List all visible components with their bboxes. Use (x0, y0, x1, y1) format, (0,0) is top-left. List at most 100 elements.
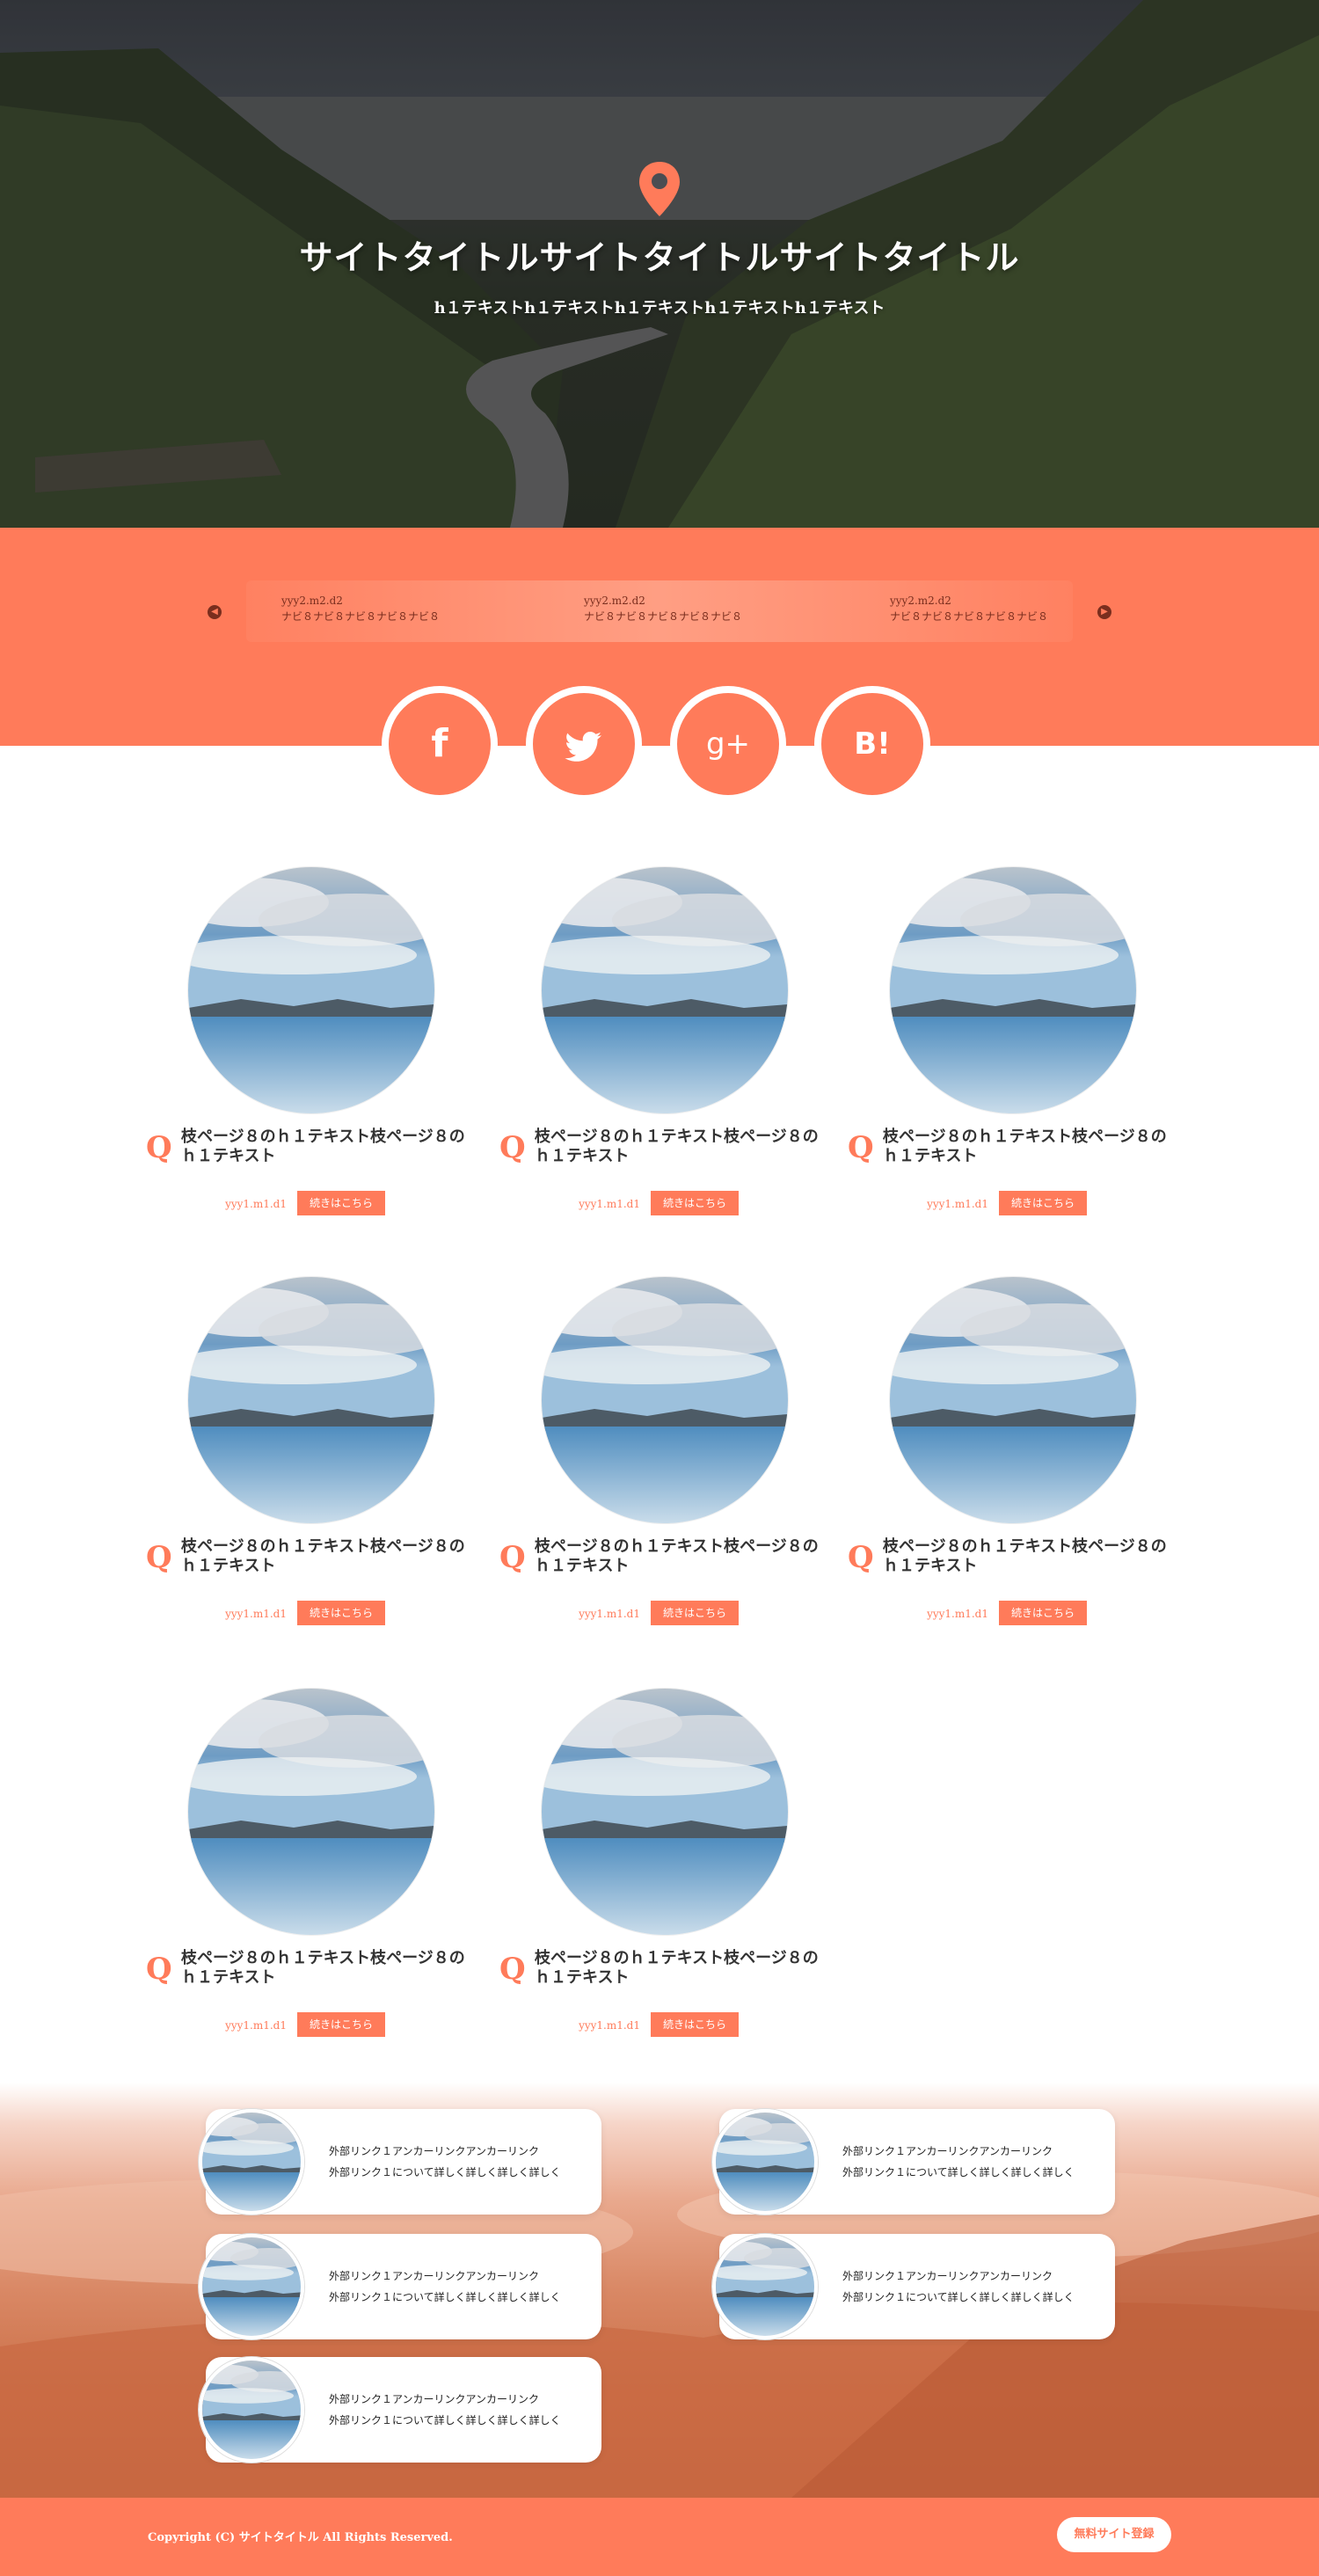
q-icon: Q (499, 1130, 526, 1165)
link-text: 外部リンク１アンカーリンクアンカーリンク 外部リンク１について詳しく詳しく詳しく… (329, 2141, 593, 2183)
news-prev-arrow-icon[interactable]: ◀ (208, 605, 222, 619)
news-text: ナビ８ナビ８ナビ８ナビ８ナビ８ (281, 610, 441, 623)
post-card[interactable]: Q 枝ページ８のｈ１テキスト枝ページ８のｈ１テキスト yyy1.m1.d1 続き… (146, 1689, 498, 2058)
read-more-button[interactable]: 続きはこちら (651, 1601, 739, 1625)
footer: Copyright (C) サイトタイトル All Rights Reserve… (0, 2498, 1319, 2576)
hero-section: サイトタイトルサイトタイトルサイトタイトル h１テキストh１テキストh１テキスト… (0, 0, 1319, 528)
external-links-section (0, 2083, 1319, 2498)
news-date: yyy2.m2.d2 (584, 595, 645, 607)
link-text: 外部リンク１アンカーリンクアンカーリンク 外部リンク１について詳しく詳しく詳しく… (842, 2141, 1106, 2183)
link-title: 外部リンク１アンカーリンクアンカーリンク (329, 2145, 540, 2157)
news-text: ナビ８ナビ８ナビ８ナビ８ナビ８ (890, 610, 1049, 623)
read-more-button[interactable]: 続きはこちら (999, 1191, 1087, 1215)
external-link-card[interactable]: 外部リンク１アンカーリンクアンカーリンク 外部リンク１について詳しく詳しく詳しく… (199, 2357, 601, 2463)
post-card[interactable]: Q 枝ページ８のｈ１テキスト枝ページ８のｈ１テキスト yyy1.m1.d1 続き… (146, 867, 498, 1237)
hatena-bookmark-icon: B! (854, 726, 891, 762)
read-more-button[interactable]: 続きはこちら (999, 1601, 1087, 1625)
news-date: yyy2.m2.d2 (281, 595, 343, 607)
post-date: yyy1.m1.d1 (927, 1608, 988, 1620)
site-title: サイトタイトルサイトタイトルサイトタイトル (299, 237, 1020, 277)
post-thumbnail[interactable] (188, 867, 434, 1113)
link-description: 外部リンク１について詳しく詳しく詳しく詳しく (842, 2291, 1075, 2303)
link-title: 外部リンク１アンカーリンクアンカーリンク (329, 2393, 540, 2405)
read-more-button[interactable]: 続きはこちら (651, 1191, 739, 1215)
post-date: yyy1.m1.d1 (225, 2019, 287, 2032)
facebook-button[interactable]: f (382, 686, 498, 802)
post-date: yyy1.m1.d1 (225, 1608, 287, 1620)
q-icon: Q (499, 1952, 526, 1987)
post-date: yyy1.m1.d1 (579, 1608, 640, 1620)
q-icon: Q (146, 1130, 172, 1165)
post-title[interactable]: 枝ページ８のｈ１テキスト枝ページ８のｈ１テキスト (535, 1127, 825, 1166)
site-subtitle: h１テキストh１テキストh１テキストh１テキストh１テキスト (434, 299, 885, 317)
q-icon: Q (848, 1130, 874, 1165)
google-plus-icon: g+ (705, 726, 751, 762)
post-thumbnail[interactable] (890, 1277, 1136, 1523)
post-date: yyy1.m1.d1 (579, 2019, 640, 2032)
copyright-text: Copyright (C) サイトタイトル All Rights Reserve… (148, 2531, 453, 2544)
sunset-mountain-background (0, 2171, 1319, 2498)
news-date: yyy2.m2.d2 (890, 595, 951, 607)
link-text: 外部リンク１アンカーリンクアンカーリンク 外部リンク１について詳しく詳しく詳しく… (842, 2266, 1106, 2308)
link-description: 外部リンク１について詳しく詳しく詳しく詳しく (329, 2414, 561, 2426)
post-card[interactable]: Q 枝ページ８のｈ１テキスト枝ページ８のｈ１テキスト yyy1.m1.d1 続き… (146, 1277, 498, 1646)
post-title[interactable]: 枝ページ８のｈ１テキスト枝ページ８のｈ１テキスト (883, 1127, 1173, 1166)
post-date: yyy1.m1.d1 (225, 1198, 287, 1210)
news-item[interactable]: yyy2.m2.d2 ナビ８ナビ８ナビ８ナビ８ナビ８ (890, 593, 1119, 624)
link-thumbnail (199, 2234, 304, 2339)
news-text: ナビ８ナビ８ナビ８ナビ８ナビ８ (584, 610, 743, 623)
post-card[interactable]: Q 枝ページ８のｈ１テキスト枝ページ８のｈ１テキスト yyy1.m1.d1 続き… (848, 1277, 1199, 1646)
link-thumbnail (199, 2109, 304, 2215)
read-more-button[interactable]: 続きはこちら (297, 1601, 385, 1625)
external-link-card[interactable]: 外部リンク１アンカーリンクアンカーリンク 外部リンク１について詳しく詳しく詳しく… (712, 2109, 1115, 2215)
read-more-button[interactable]: 続きはこちら (651, 2012, 739, 2037)
news-band: ◀ ▶ yyy2.m2.d2 ナビ８ナビ８ナビ８ナビ８ナビ８ yyy2.m2.d… (0, 528, 1319, 746)
q-icon: Q (499, 1540, 526, 1575)
link-text: 外部リンク１アンカーリンクアンカーリンク 外部リンク１について詳しく詳しく詳しく… (329, 2389, 593, 2431)
link-thumbnail (712, 2234, 818, 2339)
twitter-button[interactable] (526, 686, 642, 802)
link-description: 外部リンク１について詳しく詳しく詳しく詳しく (329, 2291, 561, 2303)
news-item[interactable]: yyy2.m2.d2 ナビ８ナビ８ナビ８ナビ８ナビ８ (584, 593, 813, 624)
hatena-bookmark-button[interactable]: B! (814, 686, 930, 802)
link-description: 外部リンク１について詳しく詳しく詳しく詳しく (842, 2166, 1075, 2178)
q-icon: Q (848, 1540, 874, 1575)
post-thumbnail[interactable] (188, 1277, 434, 1523)
link-title: 外部リンク１アンカーリンクアンカーリンク (842, 2145, 1053, 2157)
post-title[interactable]: 枝ページ８のｈ１テキスト枝ページ８のｈ１テキスト (181, 1949, 471, 1988)
post-card[interactable]: Q 枝ページ８のｈ１テキスト枝ページ８のｈ１テキスト yyy1.m1.d1 続き… (499, 867, 851, 1237)
link-thumbnail (199, 2357, 304, 2463)
news-item[interactable]: yyy2.m2.d2 ナビ８ナビ８ナビ８ナビ８ナビ８ (281, 593, 510, 624)
post-thumbnail[interactable] (542, 867, 788, 1113)
twitter-icon (533, 693, 635, 795)
post-title[interactable]: 枝ページ８のｈ１テキスト枝ページ８のｈ１テキスト (883, 1537, 1173, 1576)
post-title[interactable]: 枝ページ８のｈ１テキスト枝ページ８のｈ１テキスト (535, 1537, 825, 1576)
read-more-button[interactable]: 続きはこちら (297, 1191, 385, 1215)
link-description: 外部リンク１について詳しく詳しく詳しく詳しく (329, 2166, 561, 2178)
post-date: yyy1.m1.d1 (579, 1198, 640, 1210)
external-link-card[interactable]: 外部リンク１アンカーリンクアンカーリンク 外部リンク１について詳しく詳しく詳しく… (199, 2234, 601, 2339)
q-icon: Q (146, 1952, 172, 1987)
post-thumbnail[interactable] (188, 1689, 434, 1935)
free-signup-button[interactable]: 無料サイト登録 (1057, 2517, 1171, 2552)
read-more-button[interactable]: 続きはこちら (297, 2012, 385, 2037)
google-plus-button[interactable]: g+ (670, 686, 786, 802)
post-date: yyy1.m1.d1 (927, 1198, 988, 1210)
post-card[interactable]: Q 枝ページ８のｈ１テキスト枝ページ８のｈ１テキスト yyy1.m1.d1 続き… (848, 867, 1199, 1237)
external-link-card[interactable]: 外部リンク１アンカーリンクアンカーリンク 外部リンク１について詳しく詳しく詳しく… (712, 2234, 1115, 2339)
post-title[interactable]: 枝ページ８のｈ１テキスト枝ページ８のｈ１テキスト (181, 1127, 471, 1166)
post-title[interactable]: 枝ページ８のｈ１テキスト枝ページ８のｈ１テキスト (535, 1949, 825, 1988)
link-title: 外部リンク１アンカーリンクアンカーリンク (842, 2270, 1053, 2282)
external-link-card[interactable]: 外部リンク１アンカーリンクアンカーリンク 外部リンク１について詳しく詳しく詳しく… (199, 2109, 601, 2215)
post-thumbnail[interactable] (542, 1689, 788, 1935)
post-card[interactable]: Q 枝ページ８のｈ１テキスト枝ページ８のｈ１テキスト yyy1.m1.d1 続き… (499, 1689, 851, 2058)
facebook-icon: f (431, 721, 448, 766)
link-thumbnail (712, 2109, 818, 2215)
post-thumbnail[interactable] (890, 867, 1136, 1113)
post-card[interactable]: Q 枝ページ８のｈ１テキスト枝ページ８のｈ１テキスト yyy1.m1.d1 続き… (499, 1277, 851, 1646)
link-text: 外部リンク１アンカーリンクアンカーリンク 外部リンク１について詳しく詳しく詳しく… (329, 2266, 593, 2308)
post-title[interactable]: 枝ページ８のｈ１テキスト枝ページ８のｈ１テキスト (181, 1537, 471, 1576)
link-title: 外部リンク１アンカーリンクアンカーリンク (329, 2270, 540, 2282)
map-pin-icon (639, 162, 680, 216)
post-thumbnail[interactable] (542, 1277, 788, 1523)
